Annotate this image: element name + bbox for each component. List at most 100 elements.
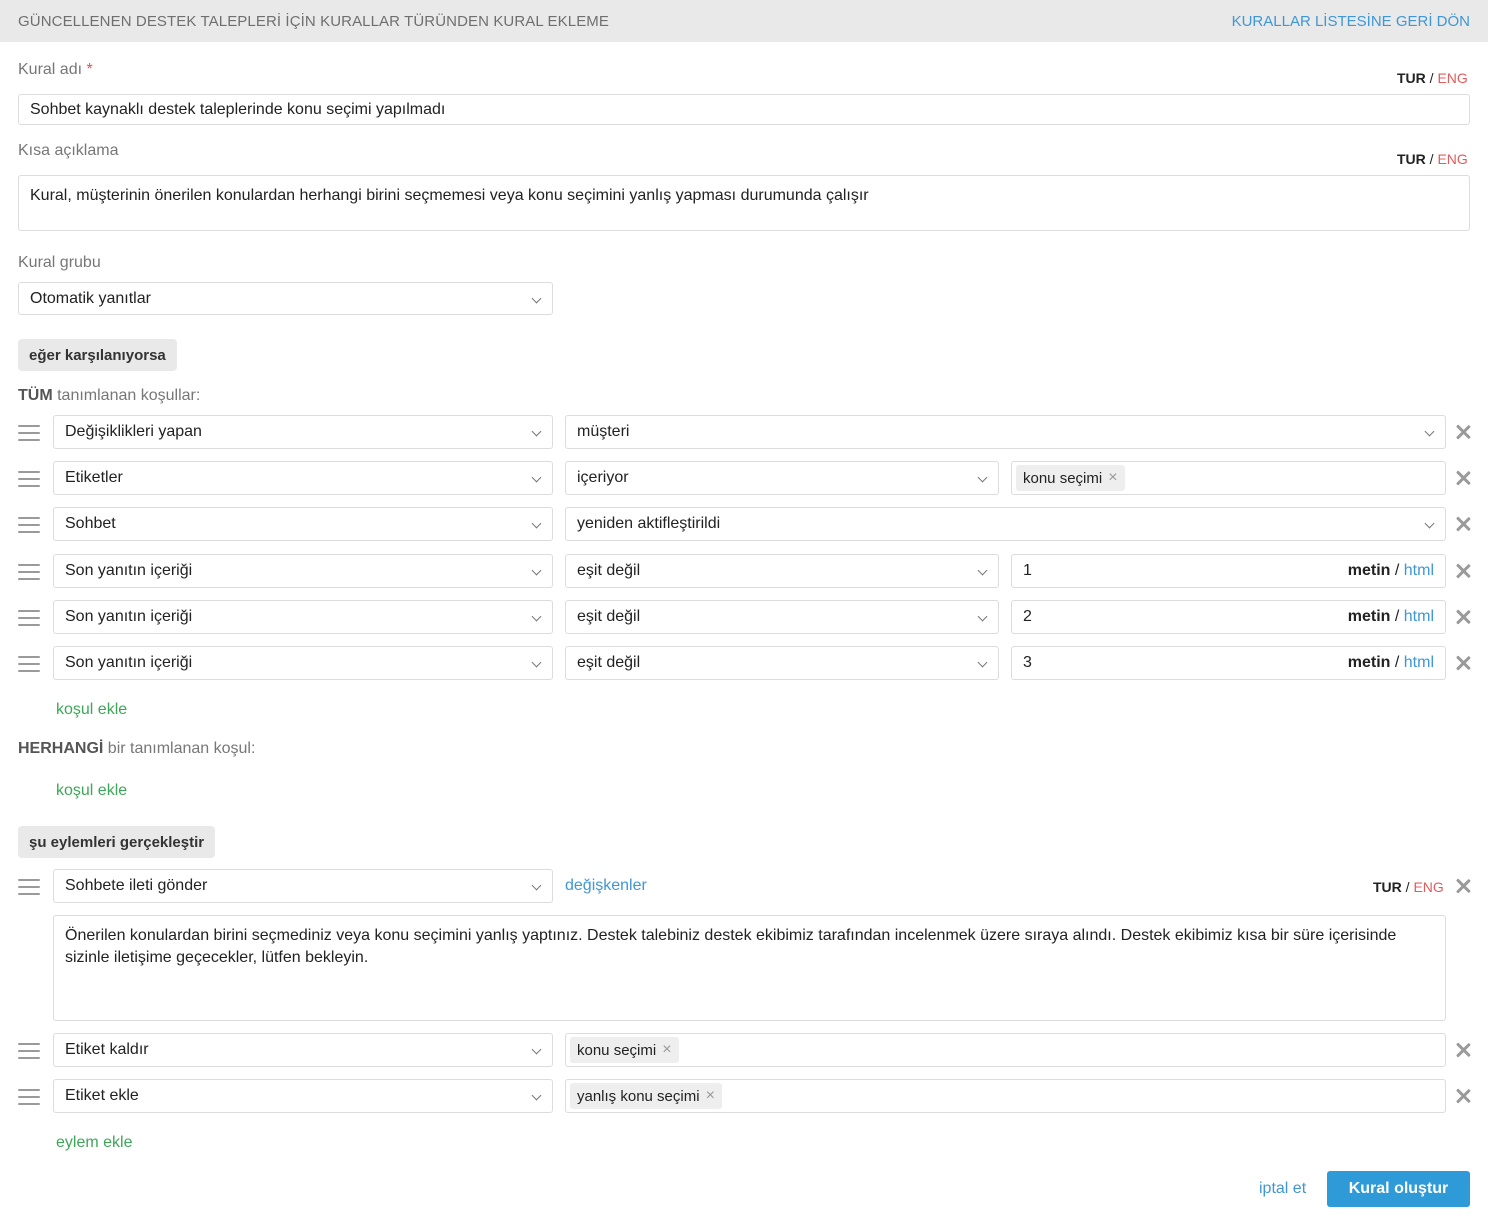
condition-field-select[interactable]: Son yanıtın içeriği [53, 600, 553, 634]
condition-operator-select[interactable]: yeniden aktifleştirildi [565, 507, 1446, 541]
lang-tur-button[interactable]: TUR [1397, 151, 1426, 167]
action-tags-input[interactable]: yanlış konu seçimi × [565, 1079, 1446, 1113]
close-icon[interactable] [1455, 516, 1471, 532]
actions-section-label: şu eylemleri gerçekleştir [18, 826, 216, 858]
action-type-select[interactable]: Etiket kaldır [53, 1033, 553, 1067]
close-icon[interactable] [1455, 655, 1471, 671]
chevron-down-icon [531, 293, 542, 304]
rule-group-select[interactable]: Otomatik yanıtlar [18, 282, 553, 315]
close-icon[interactable] [1455, 424, 1471, 440]
lang-eng-button[interactable]: ENG [1437, 151, 1467, 167]
chevron-down-icon [1424, 426, 1435, 437]
chevron-down-icon [531, 880, 542, 891]
action-type-select[interactable]: Sohbete ileti gönder [53, 869, 553, 903]
format-html-button[interactable]: html [1404, 654, 1434, 671]
drag-handle-icon[interactable] [18, 608, 40, 628]
short-desc-textarea[interactable]: Kural, müşterinin önerilen konulardan he… [18, 175, 1470, 231]
rule-group-value: Otomatik yanıtlar [30, 289, 151, 307]
close-icon[interactable] [1455, 1042, 1471, 1058]
format-switch: metin / html [1347, 562, 1434, 579]
required-mark: * [86, 61, 93, 78]
condition-field-select[interactable]: Değişiklikleri yapan [53, 415, 553, 449]
rule-name-lang-switch: TUR / ENG [1397, 70, 1468, 86]
close-icon[interactable] [1455, 1088, 1471, 1104]
lang-tur-button[interactable]: TUR [1373, 879, 1402, 895]
variables-link[interactable]: değişkenler [565, 877, 647, 895]
action-tags-input[interactable]: konu seçimi × [565, 1033, 1446, 1067]
short-desc-label: Kısa açıklama [18, 142, 119, 159]
drag-handle-icon[interactable] [18, 1041, 40, 1061]
chevron-down-icon [977, 472, 988, 483]
format-text-button[interactable]: metin [1348, 608, 1391, 625]
format-text-button[interactable]: metin [1348, 654, 1391, 671]
close-icon[interactable] [1455, 563, 1471, 579]
close-icon[interactable] [1455, 878, 1471, 894]
chevron-down-icon [977, 565, 988, 576]
drag-handle-icon[interactable] [18, 515, 40, 535]
any-conditions-title: HERHANGİ bir tanımlanan koşul: [18, 740, 256, 757]
drag-handle-icon[interactable] [18, 654, 40, 674]
rule-name-input[interactable]: Sohbet kaynaklı destek taleplerinde konu… [18, 94, 1470, 125]
chevron-down-icon [977, 657, 988, 668]
drag-handle-icon[interactable] [18, 469, 40, 489]
rule-group-label: Kural grubu [18, 254, 101, 271]
page-header: GÜNCELLENEN DESTEK TALEPLERİ İÇİN KURALL… [0, 0, 1488, 42]
format-text-button[interactable]: metin [1348, 562, 1391, 579]
drag-handle-icon[interactable] [18, 877, 40, 897]
format-switch: metin / html [1347, 608, 1434, 625]
condition-operator-select[interactable]: eşit değil [565, 600, 999, 634]
lang-eng-button[interactable]: ENG [1413, 879, 1443, 895]
condition-tags-input[interactable]: konu seçimi × [1011, 461, 1446, 495]
rule-name-label: Kural adı * [18, 61, 93, 78]
condition-operator-select[interactable]: eşit değil [565, 646, 999, 680]
lang-eng-button[interactable]: ENG [1437, 70, 1467, 86]
condition-field-select[interactable]: Etiketler [53, 461, 553, 495]
add-condition-any-link[interactable]: koşul ekle [56, 782, 127, 800]
tag-remove-icon[interactable]: × [662, 1041, 671, 1059]
message-textarea[interactable]: Önerilen konulardan birini seçmediniz ve… [53, 915, 1446, 1021]
condition-operator-select[interactable]: eşit değil [565, 554, 999, 588]
chevron-down-icon [531, 611, 542, 622]
chevron-down-icon [531, 426, 542, 437]
drag-handle-icon[interactable] [18, 423, 40, 443]
chevron-down-icon [531, 1044, 542, 1055]
lang-tur-button[interactable]: TUR [1397, 70, 1426, 86]
chevron-down-icon [531, 1090, 542, 1101]
chevron-down-icon [531, 472, 542, 483]
condition-value-input[interactable]: 3 metin / html [1011, 646, 1446, 680]
add-action-link[interactable]: eylem ekle [56, 1134, 132, 1152]
close-icon[interactable] [1455, 470, 1471, 486]
tag-remove-icon[interactable]: × [706, 1087, 715, 1105]
page-title: GÜNCELLENEN DESTEK TALEPLERİ İÇİN KURALL… [18, 13, 610, 30]
format-html-button[interactable]: html [1404, 608, 1434, 625]
drag-handle-icon[interactable] [18, 1087, 40, 1107]
action-type-select[interactable]: Etiket ekle [53, 1079, 553, 1113]
chevron-down-icon [531, 518, 542, 529]
condition-value-input[interactable]: 1 metin / html [1011, 554, 1446, 588]
format-switch: metin / html [1347, 654, 1434, 671]
short-desc-lang-switch: TUR / ENG [1397, 151, 1468, 167]
all-conditions-title: TÜM tanımlanan koşullar: [18, 387, 201, 404]
condition-field-select[interactable]: Sohbet [53, 507, 553, 541]
condition-operator-select[interactable]: içeriyor [565, 461, 999, 495]
tag-remove-icon[interactable]: × [1108, 469, 1117, 487]
drag-handle-icon[interactable] [18, 562, 40, 582]
tag-chip: konu seçimi × [570, 1037, 679, 1063]
chevron-down-icon [531, 565, 542, 576]
chevron-down-icon [531, 657, 542, 668]
cancel-button[interactable]: iptal et [1259, 1180, 1306, 1198]
condition-value-input[interactable]: 2 metin / html [1011, 600, 1446, 634]
message-lang-switch: TUR / ENG [1373, 879, 1444, 895]
format-html-button[interactable]: html [1404, 562, 1434, 579]
condition-operator-select[interactable]: müşteri [565, 415, 1446, 449]
condition-field-select[interactable]: Son yanıtın içeriği [53, 554, 553, 588]
close-icon[interactable] [1455, 609, 1471, 625]
chevron-down-icon [977, 611, 988, 622]
back-to-rules-link[interactable]: KURALLAR LİSTESİNE GERİ DÖN [1232, 13, 1470, 30]
tag-chip: konu seçimi × [1016, 465, 1125, 491]
create-rule-button[interactable]: Kural oluştur [1327, 1171, 1470, 1207]
chevron-down-icon [1424, 518, 1435, 529]
condition-field-select[interactable]: Son yanıtın içeriği [53, 646, 553, 680]
conditions-section-label: eğer karşılanıyorsa [18, 339, 177, 371]
add-condition-all-link[interactable]: koşul ekle [56, 701, 127, 719]
